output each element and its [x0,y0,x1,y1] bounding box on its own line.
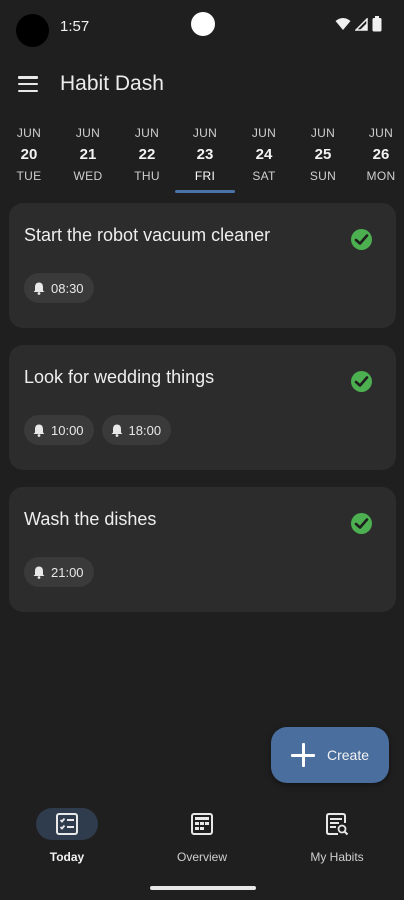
habit-title: Wash the dishes [24,509,157,529]
reminder-chip[interactable]: 08:30 [24,273,94,303]
signal-icon [355,17,368,31]
status-time: 1:57 [60,18,90,35]
plus-icon [291,743,315,767]
date-weekday: WED [73,169,103,183]
system-icons [335,16,382,32]
bell-icon [33,282,45,295]
bell-icon [33,566,45,579]
date-day: 24 [255,146,273,163]
wifi-icon [335,18,351,30]
app-bar: Habit Dash [0,60,404,108]
date-item[interactable]: JUN 22 THU [118,120,176,196]
completed-check-icon[interactable] [351,371,372,392]
date-weekday: SAT [252,169,276,183]
nav-label: Today [49,850,85,864]
date-item[interactable]: JUN 21 WED [59,120,117,196]
date-day: 20 [20,146,38,163]
date-item[interactable]: JUN 24 SAT [235,120,293,196]
date-month: JUN [310,126,336,140]
selected-day-indicator [175,190,235,193]
date-item[interactable]: JUN 20 TUE [0,120,58,196]
nav-item-overview[interactable]: Overview [135,808,269,872]
habit-card[interactable]: Wash the dishes 21:00 [9,487,396,612]
reminder-chips: 21:00 [24,557,94,587]
reminder-chips: 10:00 18:00 [24,415,172,445]
date-day: 23 [196,146,214,163]
status-bar: 1:57 [0,0,404,56]
hamburger-menu-icon[interactable] [18,76,38,92]
habit-title: Start the robot vacuum cleaner [24,225,271,245]
date-weekday: SUN [309,169,337,183]
reminder-chip[interactable]: 10:00 [24,415,94,445]
date-day: 21 [79,146,97,163]
nav-label: My Habits [310,850,364,864]
date-weekday: TUE [16,169,42,183]
nav-item-today[interactable]: Today [0,808,134,872]
bell-icon [111,424,123,437]
date-item[interactable]: JUN 25 SUN [294,120,352,196]
reminder-chips: 08:30 [24,273,94,303]
date-month: JUN [134,126,160,140]
bottom-navigation: Today Overview My Habits [0,800,404,880]
camera-cutout [16,14,49,47]
date-month: JUN [368,126,394,140]
reminder-chip[interactable]: 21:00 [24,557,94,587]
front-camera-dot [191,12,215,36]
reminder-chip[interactable]: 18:00 [101,415,172,445]
date-month: JUN [251,126,277,140]
nav-item-my-habits[interactable]: My Habits [270,808,404,872]
date-month: JUN [192,126,218,140]
battery-icon [372,16,382,32]
habit-card[interactable]: Look for wedding things 10:00 18:00 [9,345,396,470]
date-weekday: FRI [194,169,216,183]
habit-title: Look for wedding things [24,367,215,387]
bell-icon [33,424,45,437]
date-month: JUN [75,126,101,140]
date-weekday: THU [134,169,160,183]
date-day: 22 [138,146,156,163]
habit-card[interactable]: Start the robot vacuum cleaner 08:30 [9,203,396,328]
reminder-time: 10:00 [51,422,84,438]
date-weekday: MON [366,169,396,183]
reminder-time: 21:00 [51,564,84,580]
date-day: 25 [314,146,332,163]
calendar-grid-icon [191,813,213,835]
home-indicator[interactable] [150,886,256,890]
completed-check-icon[interactable] [351,229,372,250]
checklist-icon [56,813,78,835]
date-item-selected[interactable]: JUN 23 FRI [176,120,234,196]
nav-label: Overview [176,850,227,864]
create-button-label: Create [327,747,370,763]
date-day: 26 [372,146,390,163]
date-month: JUN [16,126,42,140]
list-search-icon [326,813,349,836]
date-strip: JUN 20 TUE JUN 21 WED JUN 22 THU JUN 23 … [0,120,404,196]
app-title: Habit Dash [60,72,164,95]
date-item[interactable]: JUN 26 MON [352,120,404,196]
reminder-time: 18:00 [128,422,162,438]
completed-check-icon[interactable] [351,513,372,534]
create-button[interactable]: Create [271,727,389,783]
reminder-time: 08:30 [51,280,84,296]
